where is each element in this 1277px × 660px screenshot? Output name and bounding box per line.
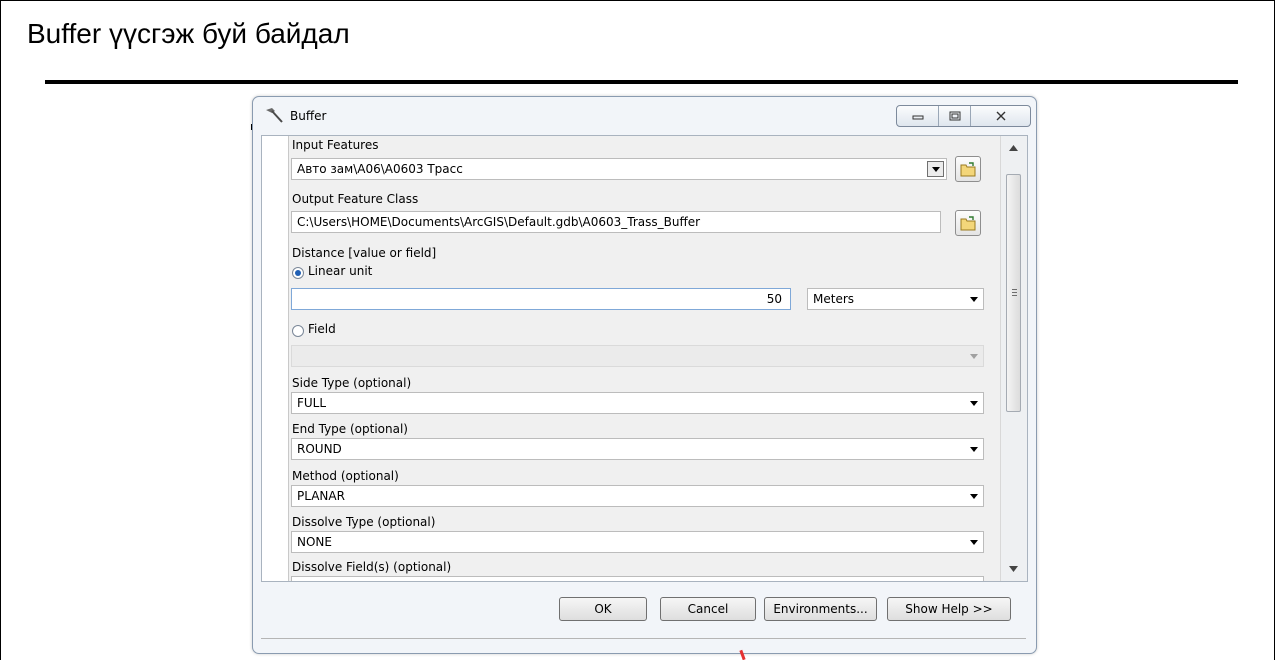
output-feature-class-input[interactable]: C:\Users\HOME\Documents\ArcGIS\Default.g… — [291, 211, 941, 233]
window-controls — [896, 105, 1031, 127]
distance-unit-select[interactable]: Meters — [807, 288, 984, 310]
chevron-down-icon — [970, 401, 978, 406]
input-features-combo[interactable]: Авто зам\A06\A0603 Трасс — [291, 158, 947, 180]
environments-button[interactable]: Environments... — [764, 597, 877, 621]
chevron-down-icon — [932, 167, 940, 172]
parameters-panel: Input Features Авто зам\A06\A0603 Трасс … — [261, 135, 1028, 582]
dissolve-type-select[interactable]: NONE — [291, 531, 984, 553]
linear-unit-label: Linear unit — [308, 264, 373, 278]
dialog-title: Buffer — [290, 109, 327, 123]
chevron-down-icon — [970, 297, 978, 302]
end-type-value: ROUND — [297, 442, 342, 456]
input-features-label: Input Features — [292, 138, 379, 152]
method-value: PLANAR — [297, 489, 345, 503]
dissolve-fields-list[interactable] — [291, 576, 984, 581]
end-type-label: End Type (optional) — [292, 422, 408, 436]
open-folder-icon — [960, 162, 976, 177]
method-label: Method (optional) — [292, 469, 399, 483]
linear-unit-radio[interactable] — [292, 267, 304, 279]
browse-output-button[interactable] — [955, 210, 981, 236]
input-features-dropdown[interactable] — [927, 161, 944, 177]
output-feature-class-label: Output Feature Class — [292, 192, 419, 206]
dialog-footer-line — [261, 638, 1026, 639]
distance-label: Distance [value or field] — [292, 246, 437, 260]
cancel-button[interactable]: Cancel — [660, 597, 756, 621]
end-type-select[interactable]: ROUND — [291, 438, 984, 460]
field-radio[interactable] — [292, 325, 304, 337]
scroll-thumb[interactable] — [1006, 174, 1021, 412]
title-divider — [45, 80, 1238, 84]
dissolve-fields-label: Dissolve Field(s) (optional) — [292, 560, 452, 574]
side-type-label: Side Type (optional) — [292, 376, 412, 390]
distance-unit-value: Meters — [813, 292, 855, 306]
ok-button[interactable]: OK — [559, 597, 647, 621]
open-folder-icon — [960, 216, 976, 231]
output-feature-class-value: C:\Users\HOME\Documents\ArcGIS\Default.g… — [297, 215, 701, 229]
chevron-down-icon — [970, 540, 978, 545]
side-type-select[interactable]: FULL — [291, 392, 984, 414]
distance-field-select[interactable] — [291, 345, 984, 367]
scroll-up-icon[interactable] — [1009, 145, 1018, 151]
scroll-down-icon[interactable] — [1009, 566, 1018, 572]
method-select[interactable]: PLANAR — [291, 485, 984, 507]
vertical-scrollbar[interactable] — [1000, 136, 1027, 581]
distance-value-input[interactable]: 50 — [291, 288, 791, 310]
chevron-down-icon — [970, 494, 978, 499]
hammer-icon — [266, 108, 283, 123]
close-icon[interactable] — [971, 106, 1030, 126]
slide-title: Buffer үүсгэж буй байдал — [27, 18, 350, 49]
distance-value: 50 — [766, 292, 782, 306]
buffer-dialog: Buffer Input Features Авто зам\A06\A0603… — [252, 96, 1037, 654]
minimize-icon[interactable] — [897, 106, 939, 126]
chevron-down-icon — [970, 447, 978, 452]
field-label: Field — [308, 322, 336, 336]
chevron-down-icon — [970, 354, 978, 359]
input-features-value: Авто зам\A06\A0603 Трасс — [297, 162, 463, 176]
dissolve-type-label: Dissolve Type (optional) — [292, 515, 436, 529]
side-type-value: FULL — [297, 396, 327, 410]
dissolve-type-value: NONE — [297, 535, 332, 549]
browse-input-button[interactable] — [955, 156, 981, 182]
restore-icon[interactable] — [939, 106, 971, 126]
dialog-titlebar[interactable]: Buffer — [253, 97, 1036, 133]
show-help-button[interactable]: Show Help >> — [887, 597, 1011, 621]
